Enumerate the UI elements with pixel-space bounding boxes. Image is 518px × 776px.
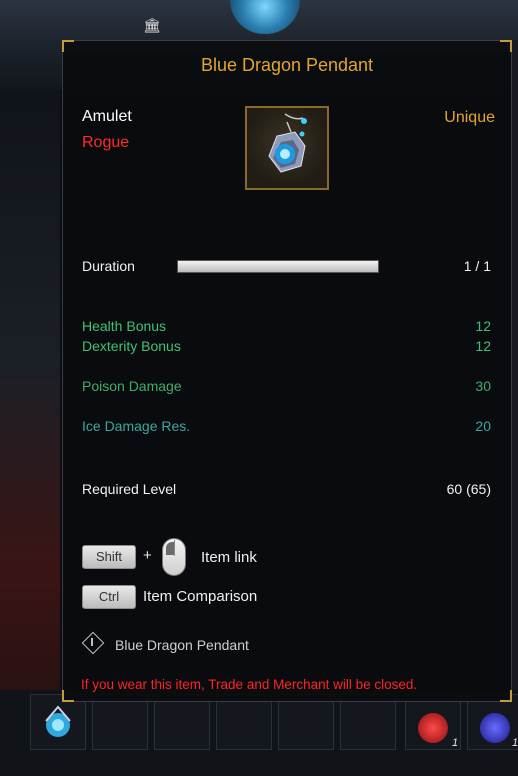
shift-key-icon: Shift — [82, 545, 136, 569]
inventory-slot[interactable] — [216, 694, 272, 750]
item-title: Blue Dragon Pendant — [200, 55, 374, 75]
item-comparison-hint: Item Comparison — [143, 588, 258, 605]
item-rarity: Unique — [444, 109, 495, 126]
duration-bar-fill — [178, 261, 378, 272]
blue-dragon-pendant-icon — [268, 113, 307, 173]
inventory-slot[interactable] — [92, 694, 148, 750]
inventory-bottom-bar: 1 1 — [0, 690, 518, 776]
blue-potion-icon — [480, 713, 510, 743]
red-potion-icon — [418, 713, 448, 743]
item-class: Rogue — [82, 134, 130, 151]
potion-count: 1 — [452, 737, 459, 749]
stat-value-dexterity-bonus: 12 — [475, 338, 491, 354]
duration-bar — [177, 260, 379, 273]
tooltip-corner — [500, 40, 512, 52]
blue-dragon-pendant-icon — [45, 705, 71, 737]
stat-value-health-bonus: 12 — [475, 318, 491, 334]
tooltip-corner — [500, 690, 512, 702]
stat-value-poison-damage: 30 — [475, 378, 491, 394]
mouse-left-click-icon — [162, 538, 186, 576]
potion-count: 1 — [512, 737, 518, 749]
required-level-label: Required Level — [82, 481, 177, 497]
wear-warning-text: If you wear this item, Trade and Merchan… — [81, 677, 418, 692]
stat-value-ice-damage-res: 20 — [475, 418, 491, 434]
item-icon-frame — [245, 106, 329, 190]
stat-label-health-bonus: Health Bonus — [82, 318, 167, 334]
background-left-area — [0, 90, 60, 776]
plus-sign: + — [143, 547, 152, 564]
bank-icon[interactable]: 🏛 — [143, 17, 161, 33]
tooltip-corner — [62, 690, 74, 702]
diamond-link-icon — [81, 631, 105, 655]
potion-slot[interactable]: 1 — [467, 694, 518, 750]
duration-label: Duration — [82, 258, 135, 274]
item-link-hint: Item link — [201, 549, 257, 566]
stat-label-dexterity-bonus: Dexterity Bonus — [82, 338, 181, 354]
potion-slot[interactable]: 1 — [405, 694, 461, 750]
duration-value: 1 / 1 — [463, 258, 491, 274]
stat-label-poison-damage: Poison Damage — [82, 378, 182, 394]
tooltip-corner — [62, 40, 74, 52]
diamond-link-icon-mark — [91, 638, 93, 646]
background-right-edge — [512, 40, 518, 740]
required-level-value: 60 (65) — [446, 481, 491, 497]
inventory-slot[interactable] — [278, 694, 334, 750]
inventory-slot[interactable] — [340, 694, 396, 750]
linked-item-name: Blue Dragon Pendant — [115, 637, 249, 653]
inventory-slot[interactable] — [154, 694, 210, 750]
ctrl-key-icon: Ctrl — [82, 585, 136, 609]
stat-label-ice-damage-res: Ice Damage Res. — [82, 418, 191, 434]
item-tooltip: Blue Dragon Pendant Amulet Rogue Unique … — [62, 40, 512, 702]
item-type: Amulet — [82, 108, 132, 125]
inventory-slot[interactable] — [30, 694, 86, 750]
